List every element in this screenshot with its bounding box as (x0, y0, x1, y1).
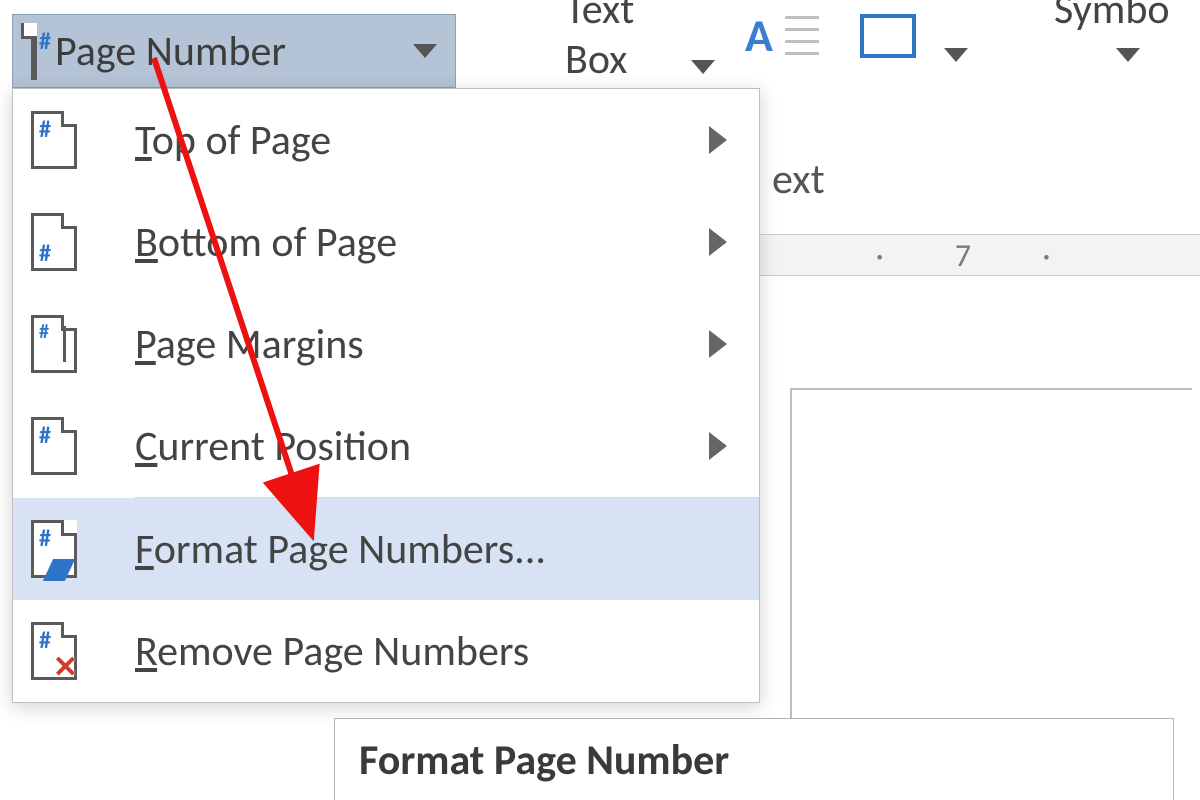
tooltip-format-page-number: Format Page Number Change how the page n… (334, 718, 1174, 800)
menu-item-current-position[interactable]: # Current Position (13, 395, 759, 497)
text-box-label-bottom: Box (565, 34, 627, 85)
menu-item-remove-page-numbers[interactable]: #✕ Remove Page Numbers (13, 600, 759, 702)
page-hash-top-icon: # (31, 111, 107, 169)
chevron-down-icon[interactable] (1116, 48, 1140, 62)
horizontal-ruler: · 7 · (758, 234, 1200, 276)
menu-item-page-margins[interactable]: # Page Margins (13, 293, 759, 395)
menu-item-bottom-of-page[interactable]: # Bottom of Page (13, 191, 759, 293)
menu-item-format-page-numbers[interactable]: # Format Page Numbers... (13, 498, 759, 600)
chevron-down-icon[interactable] (944, 48, 968, 62)
screenshot-root: # Page Number Text Box A Symbo ext · 7 ·… (0, 0, 1200, 800)
symbol-label-cropped: Symbo (1054, 0, 1170, 35)
page-hash-margin-icon: # (31, 315, 107, 373)
menu-item-label: Bottom of Page (107, 217, 709, 268)
document-page-edge (790, 388, 1192, 770)
chevron-right-icon (709, 432, 727, 460)
page-number-dropdown-menu: # Top of Page # Bottom of Page # Page Ma… (12, 88, 760, 703)
page-hash-bottom-icon: # (31, 213, 107, 271)
page-number-label: Page Number (55, 26, 389, 77)
menu-item-label: Page Margins (107, 319, 709, 370)
chevron-right-icon (709, 228, 727, 256)
chevron-down-icon (413, 44, 437, 58)
chevron-down-icon[interactable] (691, 60, 715, 74)
menu-item-top-of-page[interactable]: # Top of Page (13, 89, 759, 191)
menu-item-label: Top of Page (107, 115, 709, 166)
page-number-icon: # (31, 26, 37, 77)
text-box-label-top: Text (565, 0, 634, 35)
ruler-tick-number: 7 (955, 236, 1003, 275)
page-hash-current-icon: # (31, 417, 107, 475)
page-number-dropdown-button[interactable]: # Page Number (12, 14, 456, 88)
menu-item-label: Current Position (107, 421, 709, 472)
page-hash-remove-icon: #✕ (31, 622, 107, 680)
chevron-right-icon (709, 330, 727, 358)
menu-item-label: Remove Page Numbers (107, 626, 735, 677)
text-group-label-fragment: ext (772, 154, 825, 205)
drop-cap-icon[interactable]: A (745, 8, 819, 62)
menu-item-label: Format Page Numbers... (107, 524, 735, 575)
tooltip-title: Format Page Number (359, 735, 1149, 786)
object-icon[interactable] (860, 14, 916, 58)
chevron-right-icon (709, 126, 727, 154)
page-hash-format-icon: # (31, 520, 107, 578)
